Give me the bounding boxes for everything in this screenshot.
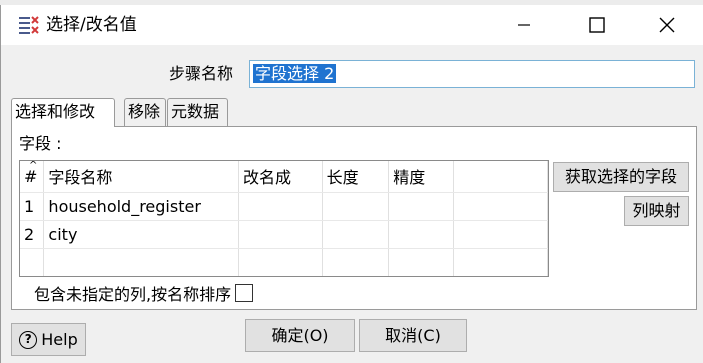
cell-length[interactable] [322,248,390,276]
close-button[interactable] [644,5,690,45]
cell-rename[interactable] [238,192,323,221]
cell-fieldname[interactable]: household_register [43,192,239,221]
select-values-icon [18,15,40,35]
cell-length[interactable] [322,192,390,221]
ok-button[interactable]: 确定(O) [245,319,355,352]
step-name-label: 步骤名称 [169,64,234,83]
column-header-rename[interactable]: 改名成 [238,161,323,193]
cell-fieldname[interactable]: city [43,220,239,249]
help-button[interactable]: ? Help [11,323,86,356]
tab-panel: 字段 : ^ # 字段名称 改名成 长度 精度 1 household_regi… [11,126,697,310]
step-name-value: 字段选择 2 [253,64,337,83]
table-row[interactable]: 1 household_register [20,192,548,221]
cell-rename[interactable] [238,248,323,276]
column-header-fieldname[interactable]: 字段名称 [43,161,239,193]
cell-filler [453,192,548,221]
window-title: 选择/改名值 [46,15,137,35]
close-icon [659,17,675,33]
help-label: Help [41,329,78,349]
fields-table[interactable]: ^# 字段名称 改名成 长度 精度 1 household_register [19,160,549,277]
cell-fieldname[interactable] [43,248,239,276]
step-name-input[interactable]: 字段选择 2 [249,60,695,88]
title-bar: 选择/改名值 [1,5,703,45]
help-icon: ? [19,330,38,349]
cancel-button[interactable]: 取消(C) [359,319,467,352]
column-header-filler [453,161,548,193]
cell-num[interactable]: 1 [20,192,45,221]
column-header-num[interactable]: ^ # [20,160,45,193]
cell-length[interactable] [322,220,390,249]
table-header-row: ^ # 字段名称 改名成 长度 精度 [20,160,548,193]
cell-num[interactable]: 2 [20,220,45,249]
cell-num[interactable] [20,248,45,276]
cell-filler [453,220,548,249]
minimize-icon [518,24,530,26]
cell-precision[interactable] [388,192,454,221]
dialog-window: 选择/改名值 步骤名称 字段选择 2 选择和修改 移除 元数据 字段 : ^# [0,5,703,363]
cell-rename[interactable] [238,220,323,249]
get-fields-button[interactable]: 获取选择的字段 [553,162,689,192]
tab-metadata[interactable]: 元数据 [167,98,228,126]
maximize-icon [589,17,605,33]
include-unspecified-checkbox[interactable] [235,284,254,302]
column-header-precision[interactable]: 精度 [388,161,454,193]
sort-caret-icon: ^ [29,160,38,171]
table-row[interactable]: 2 city [20,220,548,249]
cell-precision[interactable] [388,220,454,249]
include-unspecified-label: 包含未指定的列,按名称排序 [34,285,232,304]
fields-label: 字段 : [19,134,62,153]
tab-select-modify[interactable]: 选择和修改 [11,98,115,127]
minimize-button[interactable] [501,5,547,45]
cell-precision[interactable] [388,248,454,276]
column-mapping-button[interactable]: 列映射 [624,196,689,226]
include-unspecified-row: 包含未指定的列,按名称排序 [34,281,254,305]
cell-filler [453,248,548,276]
tab-remove[interactable]: 移除 [124,98,166,126]
maximize-button[interactable] [574,5,620,45]
column-header-length[interactable]: 长度 [322,161,390,193]
table-row[interactable] [20,248,548,276]
